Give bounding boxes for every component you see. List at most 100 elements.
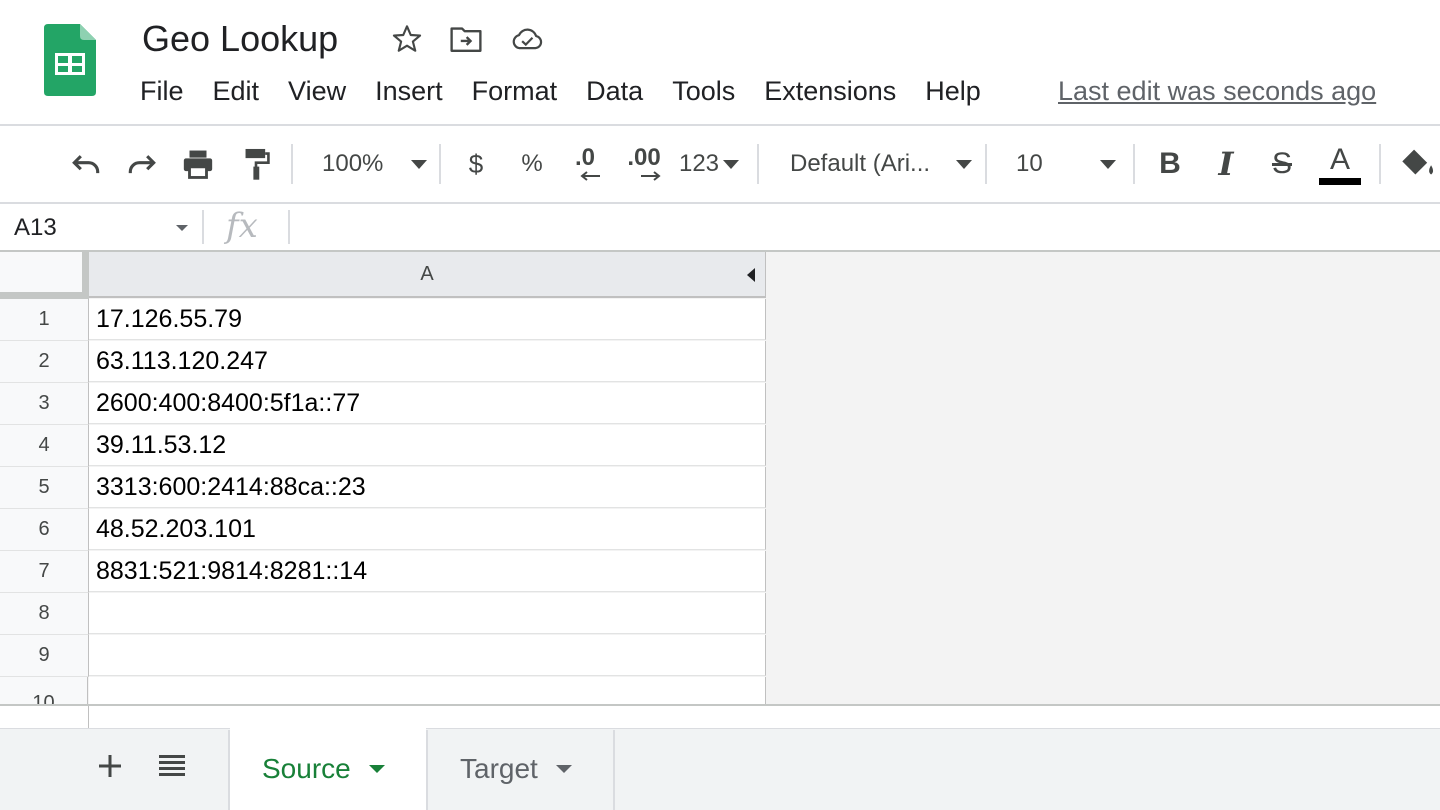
more-formats-select[interactable]: 123 — [676, 126, 742, 202]
row-header[interactable]: 6 — [0, 509, 89, 551]
cell-a3[interactable]: 2600:400:8400:5f1a::77 — [89, 383, 766, 424]
menu-file[interactable]: File — [140, 76, 184, 107]
chevron-down-icon — [411, 159, 428, 169]
menu-bar: File Edit View Insert Format Data Tools … — [140, 76, 1010, 107]
name-box-value: A13 — [14, 214, 57, 241]
cell-a2[interactable]: 63.113.120.247 — [89, 341, 766, 382]
toolbar-separator — [757, 144, 759, 184]
plus-icon — [99, 755, 121, 777]
strikethrough-button[interactable]: S — [1262, 126, 1302, 202]
cloud-saved-icon[interactable] — [510, 22, 544, 56]
font-size-select[interactable]: 10 — [1004, 126, 1120, 202]
move-to-folder-icon[interactable] — [449, 22, 483, 56]
name-box[interactable]: A13 — [0, 204, 200, 250]
zoom-value: 100% — [322, 150, 384, 177]
sheet-tab-bar — [0, 728, 1440, 810]
fx-icon: fx — [226, 206, 258, 246]
toolbar-divider — [0, 202, 1440, 204]
chevron-down-icon — [723, 159, 740, 169]
menu-tools[interactable]: Tools — [672, 76, 735, 107]
cell-a4[interactable]: 39.11.53.12 — [89, 425, 766, 466]
row-header[interactable]: 10 — [0, 677, 88, 704]
sheet-tab-source[interactable]: Source — [230, 728, 426, 810]
menu-view[interactable]: View — [288, 76, 346, 107]
strikethrough-icon: S — [1271, 147, 1292, 180]
formula-bar-separator — [288, 210, 290, 244]
undo-icon[interactable] — [64, 126, 108, 202]
text-color-swatch — [1319, 177, 1361, 185]
menu-data[interactable]: Data — [586, 76, 643, 107]
row-header[interactable]: 1 — [0, 299, 89, 341]
percent-label: % — [521, 150, 543, 177]
cell-a6[interactable]: 48.52.203.101 — [89, 509, 766, 550]
row-header[interactable]: 2 — [0, 341, 89, 383]
row-header[interactable]: 7 — [0, 551, 89, 593]
cell-a1[interactable]: 17.126.55.79 — [89, 299, 766, 340]
bold-button[interactable]: B — [1150, 126, 1190, 202]
arrow-left-icon — [580, 171, 600, 181]
format-percent-button[interactable]: % — [514, 126, 550, 202]
print-icon[interactable] — [176, 126, 220, 202]
sheet-tab-label: Source — [262, 753, 351, 784]
cell-a9[interactable] — [89, 635, 766, 676]
sheet-tab-target[interactable]: Target — [428, 728, 614, 810]
cell-a5[interactable]: 3313:600:2414:88ca::23 — [89, 467, 766, 508]
toolbar-separator — [985, 144, 987, 184]
menu-help[interactable]: Help — [925, 76, 981, 107]
formula-input[interactable] — [300, 206, 1430, 248]
menu-extensions[interactable]: Extensions — [764, 76, 896, 107]
increase-decimal-button[interactable]: .00 — [620, 126, 668, 202]
spreadsheet-grid: A 1 2 3 4 5 6 7 8 9 10 17.126.55.79 63.1… — [0, 252, 1440, 704]
column-header-label: A — [420, 262, 434, 285]
document-title[interactable]: Geo Lookup — [142, 18, 338, 60]
cell-a7[interactable]: 8831:521:9814:8281::14 — [89, 551, 766, 592]
italic-button[interactable]: I — [1206, 126, 1246, 202]
chevron-down-icon[interactable] — [176, 225, 188, 231]
sheets-logo-icon[interactable] — [44, 24, 96, 96]
menu-insert[interactable]: Insert — [375, 76, 443, 107]
frozen-row-handle[interactable] — [0, 292, 89, 299]
arrow-right-icon — [641, 171, 661, 181]
row-header[interactable]: 8 — [0, 593, 89, 635]
toolbar-separator — [291, 144, 293, 184]
increase-decimal-label: .00 — [627, 144, 661, 171]
cell-a8[interactable] — [89, 593, 766, 634]
menu-edit[interactable]: Edit — [213, 76, 260, 107]
paint-bucket-icon — [1402, 149, 1434, 175]
row-header[interactable]: 9 — [0, 635, 89, 677]
toolbar-separator — [1379, 144, 1381, 184]
row-header[interactable]: 4 — [0, 425, 89, 467]
list-icon — [159, 755, 185, 776]
all-sheets-button[interactable] — [154, 748, 190, 784]
decrease-decimal-button[interactable]: .0 — [562, 126, 608, 202]
row-header[interactable]: 3 — [0, 383, 89, 425]
scroll-strip-divider — [88, 706, 89, 728]
more-formats-label: 123 — [678, 150, 720, 177]
format-currency-button[interactable]: $ — [458, 126, 494, 202]
menu-format[interactable]: Format — [472, 76, 558, 107]
row-header[interactable]: 5 — [0, 467, 89, 509]
column-header-a[interactable]: A — [89, 252, 766, 298]
horizontal-scrollbar[interactable] — [0, 706, 1440, 728]
font-family-value: Default (Ari... — [790, 150, 931, 177]
cell-a10[interactable] — [89, 677, 766, 704]
zoom-select[interactable]: 100% — [310, 126, 432, 202]
add-sheet-button[interactable] — [92, 748, 128, 784]
fill-color-button[interactable] — [1398, 126, 1440, 202]
font-family-select[interactable]: Default (Ari... — [778, 126, 972, 202]
star-icon[interactable] — [390, 22, 424, 56]
paint-format-icon[interactable] — [234, 126, 278, 202]
last-edit-link[interactable]: Last edit was seconds ago — [1058, 76, 1376, 107]
toolbar-separator — [1133, 144, 1135, 184]
redo-icon[interactable] — [120, 126, 164, 202]
chevron-down-icon[interactable] — [368, 765, 385, 773]
toolbar-separator — [439, 144, 441, 184]
font-size-value: 10 — [1016, 150, 1043, 177]
italic-icon: I — [1218, 145, 1234, 183]
text-color-button[interactable]: A — [1318, 126, 1362, 202]
collapse-arrow-icon[interactable] — [747, 268, 755, 282]
chevron-down-icon[interactable] — [555, 765, 572, 773]
text-color-icon: A — [1329, 142, 1350, 176]
decrease-decimal-label: .0 — [574, 144, 595, 171]
chevron-down-icon — [956, 159, 972, 169]
